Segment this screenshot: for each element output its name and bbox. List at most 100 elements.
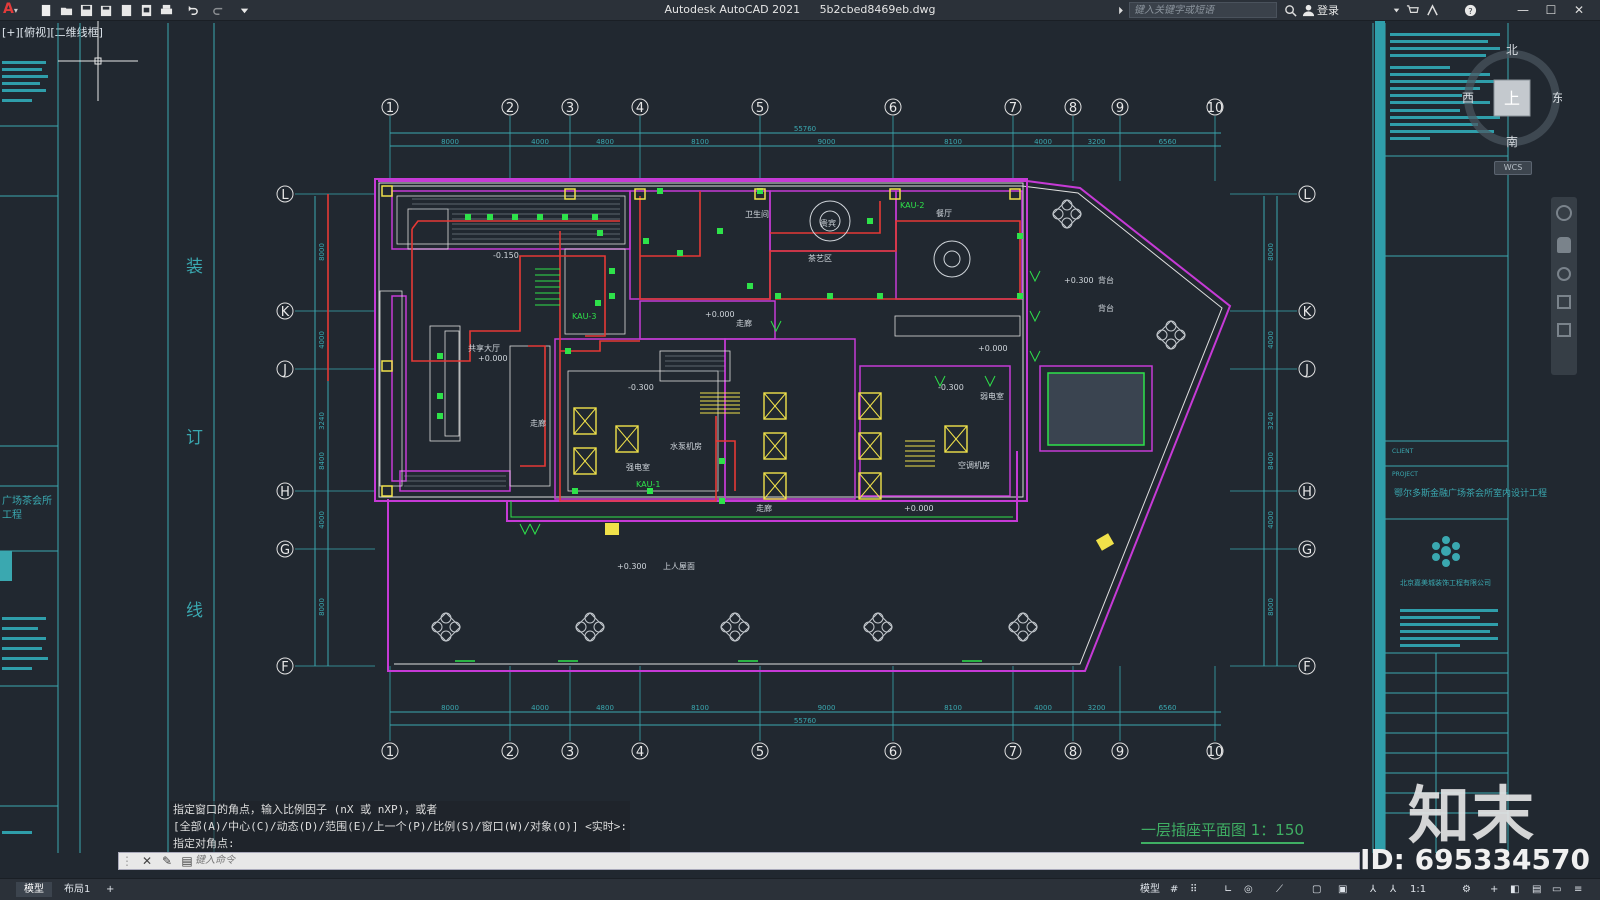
planter-ornament [575, 612, 605, 642]
svg-text:F: F [281, 660, 288, 675]
ucs-menu[interactable]: WCS [1494, 161, 1532, 175]
pan-icon[interactable] [1557, 237, 1571, 253]
dimension-value: 8100 [691, 138, 709, 146]
autoscale-icon[interactable]: ⅄ [1390, 882, 1396, 897]
crosshair-cursor [58, 21, 138, 101]
svg-text:K: K [1303, 305, 1312, 320]
maximize-button[interactable]: ☐ [1540, 1, 1562, 19]
model-space-toggle[interactable]: 模型 [1140, 882, 1160, 897]
command-line-input[interactable]: 键入命令 [118, 852, 1360, 870]
grid-bubble-row: G [1298, 540, 1316, 558]
search-input[interactable]: 键入关键字或短语 [1129, 2, 1277, 18]
osnap-icon[interactable]: ▢ [1312, 882, 1321, 897]
view-cube-face: 上 [1504, 89, 1520, 108]
svg-text:H: H [1302, 485, 1312, 500]
annotation-scale[interactable]: 1:1 [1410, 882, 1426, 897]
svg-text:9: 9 [1116, 101, 1124, 116]
interior-walls [391, 190, 1153, 500]
polar-icon[interactable]: ◎ [1244, 882, 1253, 897]
a360-icon[interactable] [1424, 2, 1440, 18]
planter-ornament [720, 612, 750, 642]
door-swing [1029, 350, 1041, 363]
grip-icon[interactable]: ⋮ [118, 852, 136, 870]
grid-bubble-row: F [276, 657, 294, 675]
svg-text:+0.300: +0.300 [1064, 276, 1094, 285]
zoom-icon[interactable] [1557, 267, 1571, 281]
door-swing [1029, 310, 1041, 323]
command-history-line: 指定对角点: [170, 835, 631, 852]
compass-east: 东 [1552, 91, 1562, 105]
recent-commands-icon[interactable]: ▤ [178, 852, 196, 870]
help-icon[interactable]: ? [1462, 2, 1478, 18]
svg-text:PROJECT: PROJECT [1392, 471, 1418, 478]
gear-icon[interactable]: ⚙ [1462, 882, 1471, 897]
svg-text:4: 4 [636, 101, 644, 116]
otrack-icon[interactable]: ▣ [1338, 882, 1347, 897]
planter-ornament [1156, 320, 1186, 350]
svg-text:8: 8 [1069, 745, 1077, 760]
dimension-value: 8000 [318, 598, 326, 616]
ortho-icon[interactable]: ∟ [1224, 882, 1232, 897]
dropdown-arrow-icon[interactable] [1388, 2, 1404, 18]
hardware-accel-icon[interactable]: ▤ [1532, 882, 1541, 897]
dimension-value: 4800 [596, 138, 614, 146]
dimension-value: 4000 [1034, 704, 1052, 712]
clean-screen-icon[interactable]: ▭ [1552, 882, 1561, 897]
close-icon[interactable]: ✕ [138, 852, 156, 870]
close-button[interactable]: ✕ [1568, 1, 1590, 19]
chevron-right-icon[interactable] [1116, 2, 1126, 18]
tab-model[interactable]: 模型 [16, 882, 52, 897]
dimension-value: 4000 [318, 331, 326, 349]
courtyard-pattern [1047, 372, 1145, 446]
steering-wheel-icon[interactable] [1556, 205, 1572, 221]
grid-bubble-col: 7 [1004, 742, 1022, 760]
svg-text:水泵机房: 水泵机房 [670, 441, 702, 451]
showmotion-icon[interactable] [1557, 323, 1571, 337]
receptacle-symbol [643, 238, 649, 244]
annotation-visibility-icon[interactable]: ⅄ [1370, 882, 1376, 897]
tab-layout1[interactable]: 布局1 [56, 882, 98, 897]
plus-icon[interactable]: + [1490, 882, 1498, 897]
svg-text:3: 3 [566, 101, 574, 116]
svg-text:-0.150: -0.150 [493, 251, 519, 260]
svg-text:+0.000: +0.000 [478, 354, 508, 363]
sign-in-button[interactable]: 登录 [1302, 2, 1339, 18]
dimension-value: 3200 [1088, 138, 1106, 146]
grid-bubble-col: 10 [1206, 742, 1224, 760]
svg-text:1: 1 [386, 745, 394, 760]
grid-bubble-col: 2 [501, 98, 519, 116]
grid-bubble-col: 8 [1064, 98, 1082, 116]
cart-icon[interactable] [1404, 2, 1420, 18]
svg-text:鄂尔多斯金融广场茶会所室内设计工程: 鄂尔多斯金融广场茶会所室内设计工程 [1394, 487, 1547, 499]
view-cube[interactable]: 上 北 南 东 西 [1462, 40, 1564, 150]
grid-bubble-row: H [1298, 482, 1316, 500]
navigation-bar[interactable] [1551, 197, 1577, 375]
svg-text:贵宾: 贵宾 [820, 218, 836, 228]
add-layout-button[interactable]: + [98, 882, 122, 897]
receptacle-symbol [562, 214, 568, 220]
dimension-value: 4000 [1267, 511, 1275, 529]
receptacle-symbol [595, 300, 601, 306]
customize-wrench-icon[interactable]: ✎ [158, 852, 176, 870]
dimension-total: 55760 [794, 125, 816, 133]
svg-text:6: 6 [889, 745, 897, 760]
grid-icon[interactable]: # [1170, 882, 1178, 897]
search-icon[interactable] [1282, 2, 1298, 18]
user-icon [1302, 4, 1315, 16]
red-circuit-wiring [327, 191, 1021, 502]
svg-text:L: L [1303, 188, 1311, 203]
dimension-value: 4800 [596, 704, 614, 712]
svg-text:F: F [1303, 660, 1310, 675]
minimize-button[interactable]: — [1512, 1, 1534, 19]
svg-text:5: 5 [756, 101, 764, 116]
orbit-icon[interactable] [1557, 295, 1571, 309]
command-history-line: [全部(A)/中心(C)/动态(D)/范围(E)/上一个(P)/比例(S)/窗口… [170, 818, 631, 835]
snap-icon[interactable]: ⠿ [1190, 882, 1197, 897]
shaft-symbol [944, 425, 968, 453]
svg-text:10: 10 [1207, 101, 1224, 116]
isolate-objects-icon[interactable]: ◧ [1510, 882, 1519, 897]
svg-text:3: 3 [566, 745, 574, 760]
customize-menu-icon[interactable]: ≡ [1574, 882, 1582, 897]
isodraft-icon[interactable]: ⟋ [1276, 882, 1283, 897]
grid-bubble-col: 9 [1111, 98, 1129, 116]
